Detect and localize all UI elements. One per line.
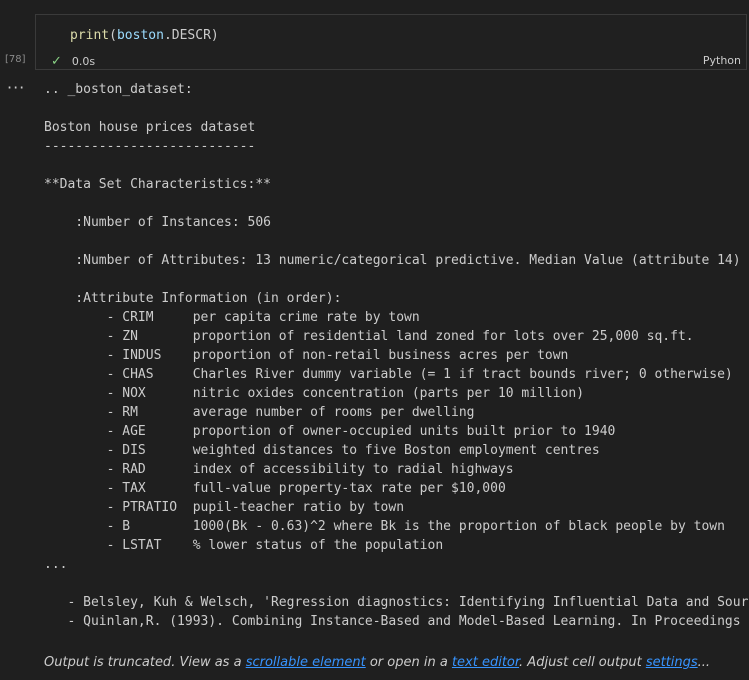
output-line: **Data Set Characteristics:** — [44, 177, 271, 192]
output-line: - RM average number of rooms per dwellin… — [44, 405, 475, 420]
output-line: .. _boston_dataset: — [44, 82, 193, 97]
code-object: boston — [116, 28, 164, 43]
text-editor-link[interactable]: text editor — [452, 655, 519, 670]
output-line: - CRIM per capita crime rate by town — [44, 310, 420, 325]
output-line: - B 1000(Bk - 0.63)^2 where Bk is the pr… — [44, 519, 725, 534]
output-line: --------------------------- — [44, 139, 256, 154]
output-line: - TAX full-value property-tax rate per $… — [44, 481, 506, 496]
output-line: - DIS weighted distances to five Boston … — [44, 443, 600, 458]
output-line: :Number of Attributes: 13 numeric/catego… — [44, 253, 749, 268]
code-editor[interactable]: print(boston.DESCR) — [70, 28, 219, 43]
scrollable-element-link[interactable]: scrollable element — [246, 655, 366, 670]
output-line: :Attribute Information (in order): — [44, 291, 342, 306]
code-attribute: .DESCR — [163, 28, 211, 43]
settings-link[interactable]: settings — [646, 655, 698, 670]
output-more-actions-icon[interactable]: ··· — [7, 78, 25, 97]
code-function: print — [70, 28, 110, 43]
output-line: - CHAS Charles River dummy variable (= 1… — [44, 367, 733, 382]
output-line: - PTRATIO pupil-teacher ratio by town — [44, 500, 405, 515]
output-line: - Quinlan,R. (1993). Combining Instance-… — [44, 614, 749, 629]
code-cell[interactable]: print(boston.DESCR) ✓ 0.0s Python — [35, 14, 747, 70]
output-line: - AGE proportion of owner-occupied units… — [44, 424, 616, 439]
output-line: Boston house prices dataset — [44, 120, 256, 135]
execution-status: ✓ 0.0s — [51, 54, 95, 69]
output-line: - INDUS proportion of non-retail busines… — [44, 348, 569, 363]
notice-text-1: Output is truncated. View as a — [44, 655, 246, 670]
code-paren-close: ) — [210, 28, 219, 43]
code-paren-open: ( — [109, 28, 117, 43]
output-line: - NOX nitric oxides concentration (parts… — [44, 386, 585, 401]
cell-language-picker[interactable]: Python — [703, 54, 741, 67]
output-line: - LSTAT % lower status of the population — [44, 538, 444, 553]
notice-text-3: . Adjust cell output — [519, 655, 646, 670]
output-line: - Belsley, Kuh & Welsch, 'Regression dia… — [44, 595, 749, 610]
output-line: ... — [44, 557, 68, 572]
truncation-notice: Output is truncated. View as a scrollabl… — [44, 655, 710, 670]
success-check-icon: ✓ — [51, 54, 62, 69]
execution-count: [78] — [5, 54, 26, 65]
notice-text-4: ... — [697, 655, 711, 670]
cell-output: .. _boston_dataset: Boston house prices d… — [44, 80, 749, 631]
notice-text-2: or open in a — [365, 655, 452, 670]
output-line: - RAD index of accessibility to radial h… — [44, 462, 514, 477]
output-line: :Number of Instances: 506 — [44, 215, 271, 230]
execution-duration: 0.0s — [71, 55, 96, 68]
output-line: - ZN proportion of residential land zone… — [44, 329, 694, 344]
